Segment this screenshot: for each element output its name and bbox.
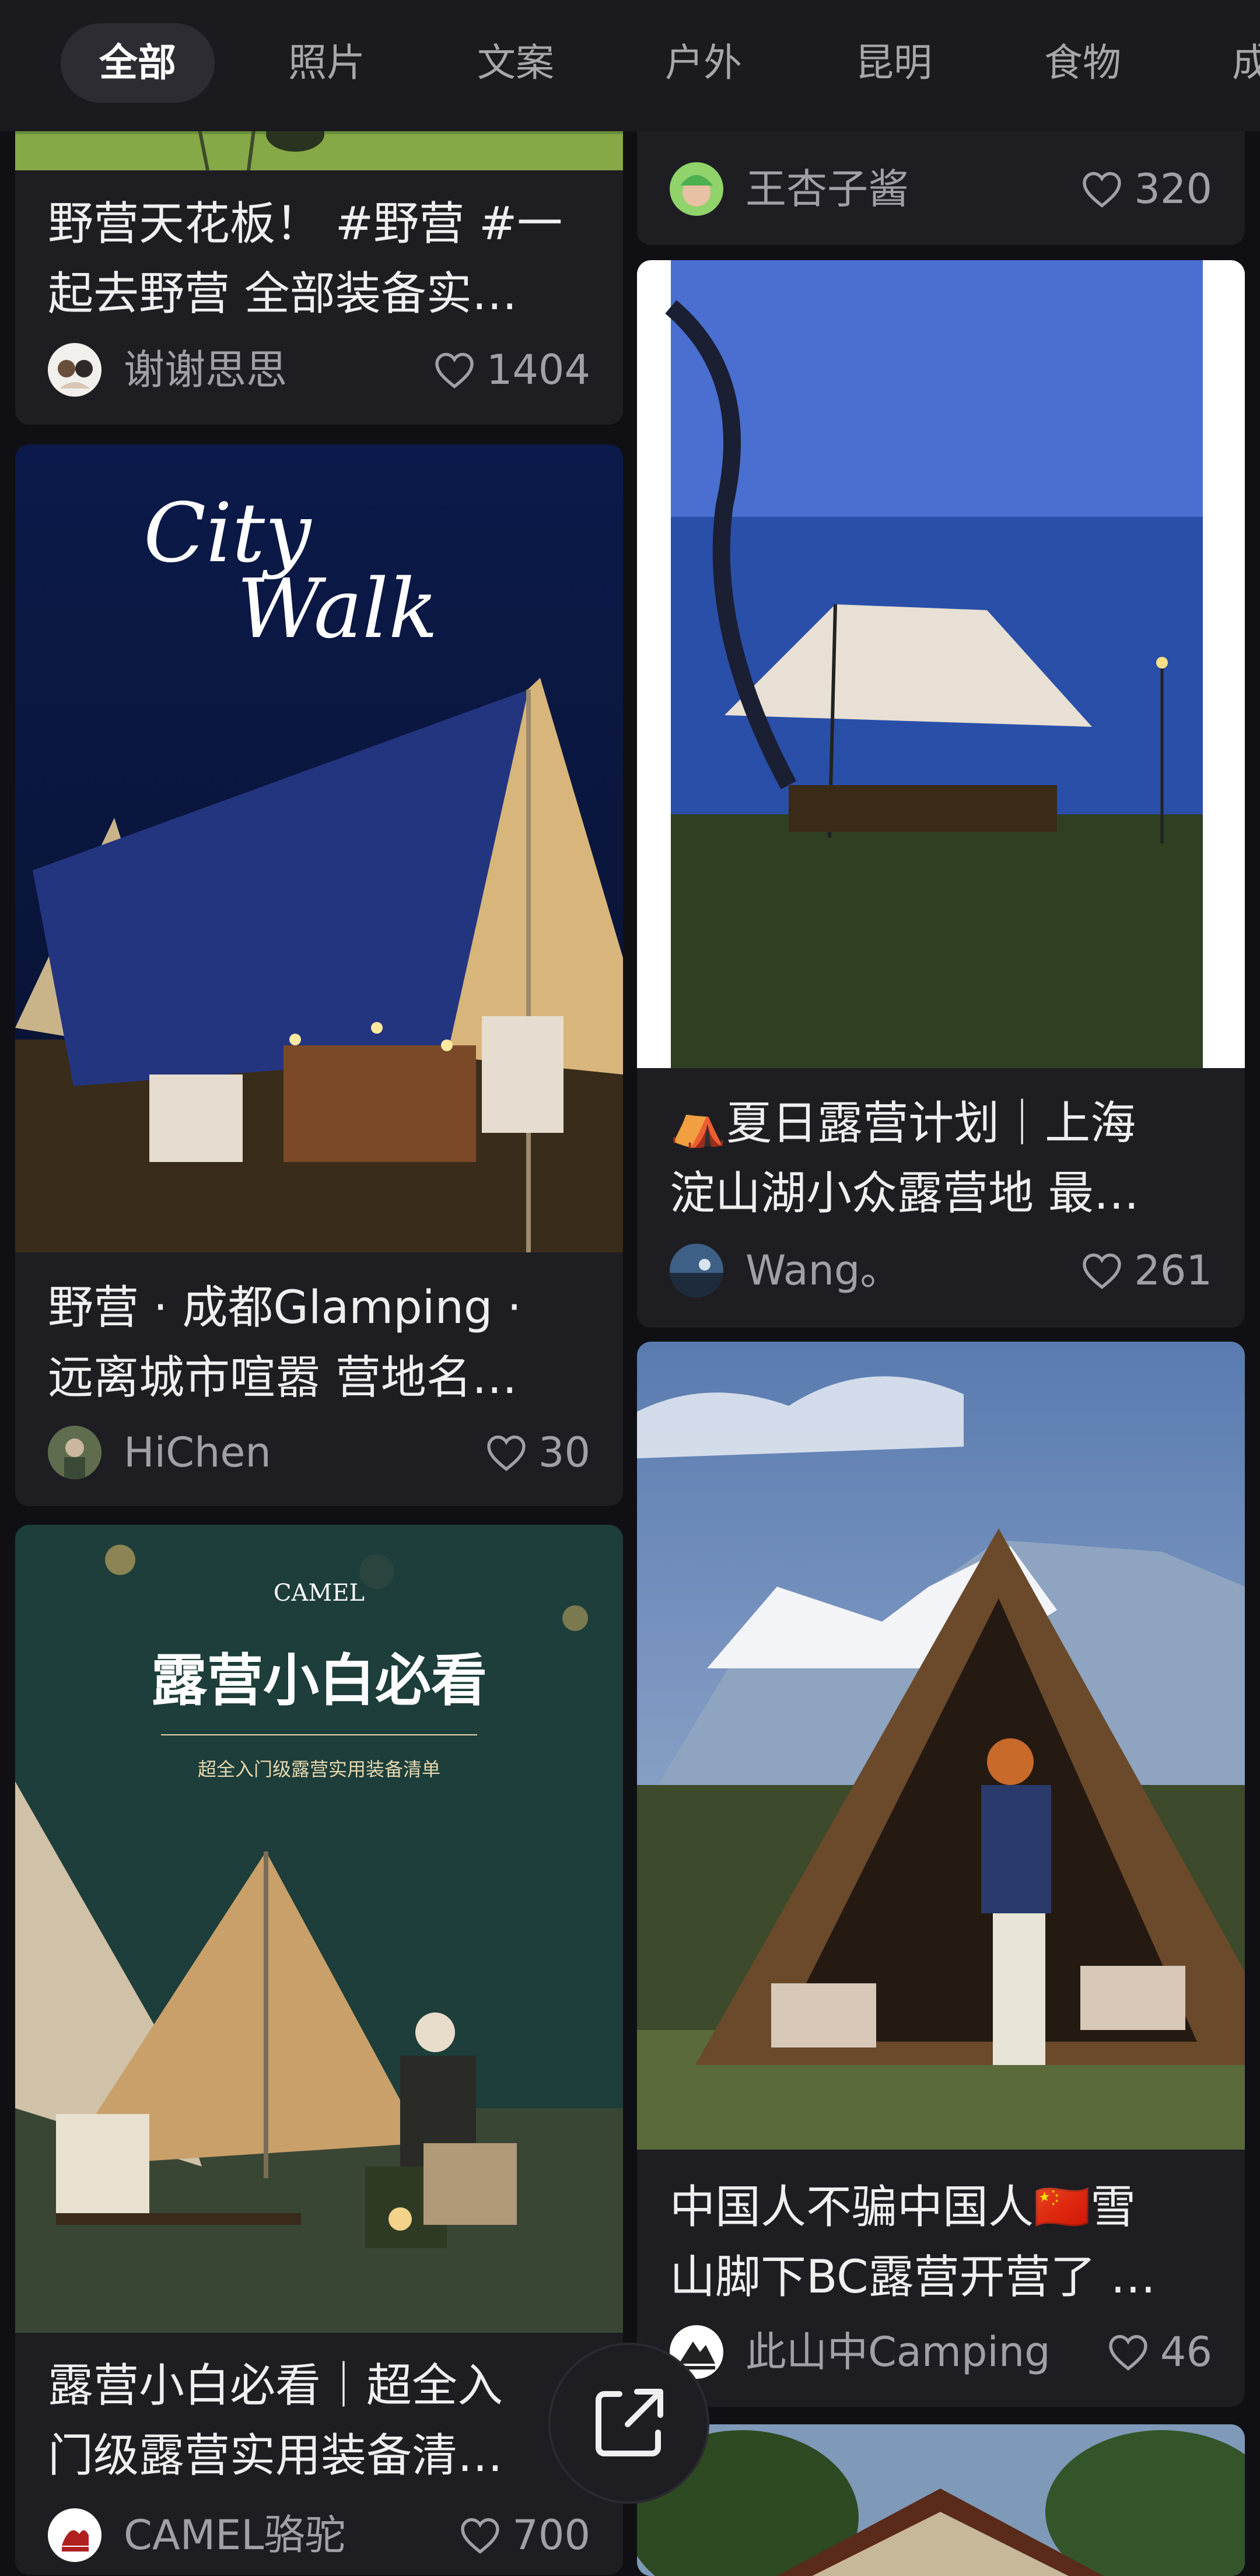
post-title-line: 远离城市喧嚣 营地名…	[48, 1352, 517, 1404]
tab-copywriting[interactable]: 文案	[477, 23, 554, 103]
heart-outline-icon	[1083, 172, 1122, 208]
post-meta: CAMEL骆驼 700	[48, 2505, 590, 2563]
post-title-line: 露营小白必看｜超全入	[48, 2360, 503, 2412]
heart-outline-icon	[487, 1435, 526, 1471]
heart-outline-icon	[1109, 2334, 1147, 2371]
like-button[interactable]: 320	[1080, 159, 1212, 219]
like-button[interactable]: 46	[1107, 2322, 1212, 2382]
post-card[interactable]	[637, 2424, 1245, 2576]
avatar[interactable]	[670, 1244, 723, 1297]
tab-more[interactable]: 成	[1232, 23, 1260, 103]
avatar[interactable]	[48, 343, 102, 397]
share-external-icon	[596, 2389, 663, 2456]
heart-outline-icon	[461, 2518, 500, 2554]
post-card[interactable]: 中国人不骗中国人🇨🇳雪 山脚下BC露营开营了 … 此山中Camping 46	[637, 1342, 1245, 2407]
post-title-line: 中国人不骗中国人🇨🇳雪	[670, 2181, 1136, 2234]
post-title-line: 山脚下BC露营开营了 …	[670, 2251, 1156, 2304]
tab-photos[interactable]: 照片	[288, 23, 365, 103]
author-name[interactable]: HiChen	[124, 1422, 271, 1483]
author-name[interactable]: 王杏子酱	[746, 159, 909, 219]
post-title-line: 起去野营 全部装备实…	[48, 268, 517, 320]
avatar[interactable]	[48, 1426, 102, 1479]
like-count: 46	[1160, 2328, 1212, 2376]
post-cover-image: CAMEL 露营小白必看 超全入门级露营实用装备清单	[15, 1525, 623, 2333]
post-meta: 谢谢思思 1404	[48, 340, 590, 398]
author-name[interactable]: 谢谢思思	[124, 340, 287, 400]
like-count: 261	[1134, 1247, 1212, 1294]
camel-logo-text: CAMEL	[274, 1580, 365, 1606]
tab-outdoor[interactable]: 户外	[665, 23, 742, 103]
like-button[interactable]: 261	[1080, 1240, 1212, 1301]
category-tab-bar: 全部 照片 文案 户外 昆明 食物 成	[0, 0, 1260, 131]
post-card[interactable]: ⛺夏日露营计划｜上海 淀山湖小众露营地 最… Wang。 261	[637, 260, 1245, 1328]
tab-kunming[interactable]: 昆明	[855, 23, 932, 103]
avatar[interactable]	[670, 162, 723, 216]
like-count: 30	[538, 1429, 590, 1476]
post-meta: 王杏子酱 320	[670, 159, 1212, 217]
tab-food[interactable]: 食物	[1044, 23, 1121, 103]
post-cover-image	[637, 260, 1245, 1068]
like-count: 320	[1134, 165, 1212, 213]
author-name[interactable]: Wang。	[746, 1240, 901, 1301]
post-cover-image	[637, 2424, 1245, 2576]
post-title-line: 淀山湖小众露营地 最…	[670, 1167, 1139, 1220]
camel-subtitle: 超全入门级露营实用装备清单	[198, 1758, 440, 1780]
heart-outline-icon	[435, 352, 474, 388]
post-meta: HiChen 30	[48, 1422, 590, 1480]
like-count: 1404	[486, 346, 590, 394]
post-title-line: 野营 · 成都Glamping ·	[48, 1282, 522, 1334]
like-button[interactable]: 30	[485, 1422, 590, 1483]
like-button[interactable]: 700	[459, 2505, 590, 2566]
post-meta: Wang。 261	[670, 1240, 1212, 1298]
city-walk-overlay-2: Walk	[237, 562, 438, 657]
post-cover-image: City Walk	[15, 444, 623, 1252]
author-name[interactable]: 此山中Camping	[746, 2322, 1051, 2382]
post-card[interactable]: 野营天花板！ #野营 #一 起去野营 全部装备实… 谢谢思思 1404	[15, 82, 623, 425]
post-card[interactable]: City Walk 野营 · 成都Glamping · 远离城市喧嚣 营地名… …	[15, 444, 623, 1506]
post-card[interactable]: CAMEL 露营小白必看 超全入门级露营实用装备清单 露营小白必看｜超全入 门级…	[15, 1525, 623, 2575]
camel-headline: 露营小白必看	[151, 1648, 487, 1713]
heart-outline-icon	[1083, 1253, 1122, 1289]
post-title-line: 野营天花板！ #野营 #一	[48, 198, 563, 250]
author-name[interactable]: CAMEL骆驼	[124, 2505, 345, 2566]
post-title-line: 门级露营实用装备清…	[48, 2430, 503, 2482]
post-cover-image	[637, 1342, 1245, 2150]
share-button[interactable]	[551, 2345, 707, 2501]
tab-all[interactable]: 全部	[61, 23, 215, 103]
post-meta: 此山中Camping 46	[670, 2322, 1212, 2380]
post-title-line: ⛺夏日露营计划｜上海	[670, 1097, 1136, 1150]
like-button[interactable]: 1404	[433, 340, 590, 400]
avatar[interactable]	[48, 2508, 102, 2562]
like-count: 700	[512, 2511, 590, 2559]
